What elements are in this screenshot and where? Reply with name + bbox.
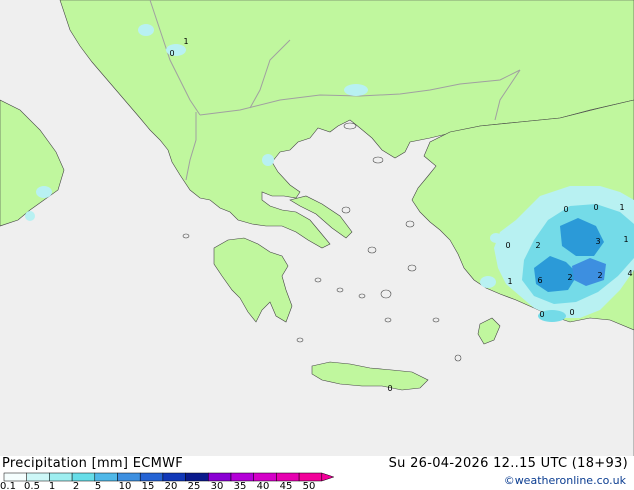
precip-patch [344,84,368,96]
value-label: 2 [535,241,540,250]
color-scale-box [49,472,73,482]
value-label: 2 [567,273,572,282]
color-scale-tick: 0.5 [24,481,40,490]
color-scale-tick: 30 [211,481,224,490]
color-scale-box [26,472,50,482]
precipitation-map: 1 0 0 1 2 3 1 0 2 1 6 2 4 0 0 0 0 [0,0,634,456]
credit-link[interactable]: ©weatheronline.co.uk [504,474,626,487]
color-scale-tick: 0.1 [0,481,16,490]
value-label: 2 [597,271,602,280]
value-label: 4 [627,269,632,278]
value-label: 1 [623,235,628,244]
value-label: 0 [563,205,568,214]
value-label: 3 [595,237,600,246]
color-scale-box [253,472,277,482]
color-scale-arrow [321,472,335,482]
color-scale-box [139,472,164,482]
color-scale-box [276,472,300,482]
color-scale: 0.1 0.5 1 2 5 10 15 20 25 30 35 40 45 50 [0,472,335,490]
value-label: 0 [505,241,510,250]
value-label: 0 [569,308,574,317]
precip-patch [480,276,496,288]
value-label: 6 [537,276,542,285]
value-label: 0 [593,203,598,212]
value-label: 1 [507,277,512,286]
value-label: 0 [169,49,174,58]
color-scale-tick: 45 [280,481,293,490]
legend-bar: Precipitation [mm] ECMWF Su 26-04-2026 1… [0,456,634,490]
valid-time: Su 26-04-2026 12..15 UTC (18+93) [388,456,628,471]
color-scale-tick: 5 [95,481,101,490]
precip-patch [25,211,35,221]
value-label: 0 [539,310,544,319]
color-scale-box [94,472,118,482]
color-scale-tick: 20 [165,481,178,490]
value-label: 0 [387,384,392,393]
value-label: 1 [619,203,624,212]
color-scale-tick: 25 [188,481,201,490]
color-scale-tick: 50 [303,481,316,490]
color-scale-tick: 10 [119,481,132,490]
precip-patch [490,233,502,243]
color-scale-tick: 1 [49,481,55,490]
color-scale-box [208,472,232,482]
color-scale-box [3,472,27,482]
precip-patch [138,24,154,36]
color-scale-box [117,472,141,482]
color-scale-box [162,472,186,482]
color-scale-box [298,472,323,482]
color-scale-tick: 15 [142,481,155,490]
color-scale-tick: 40 [257,481,270,490]
color-scale-box [230,472,254,482]
precip-patch [36,186,52,198]
color-scale-box [71,472,96,482]
color-scale-tick: 35 [234,481,247,490]
value-label: 1 [183,37,188,46]
precip-patch [262,154,274,166]
color-scale-tick: 2 [73,481,79,490]
color-scale-box [185,472,209,482]
